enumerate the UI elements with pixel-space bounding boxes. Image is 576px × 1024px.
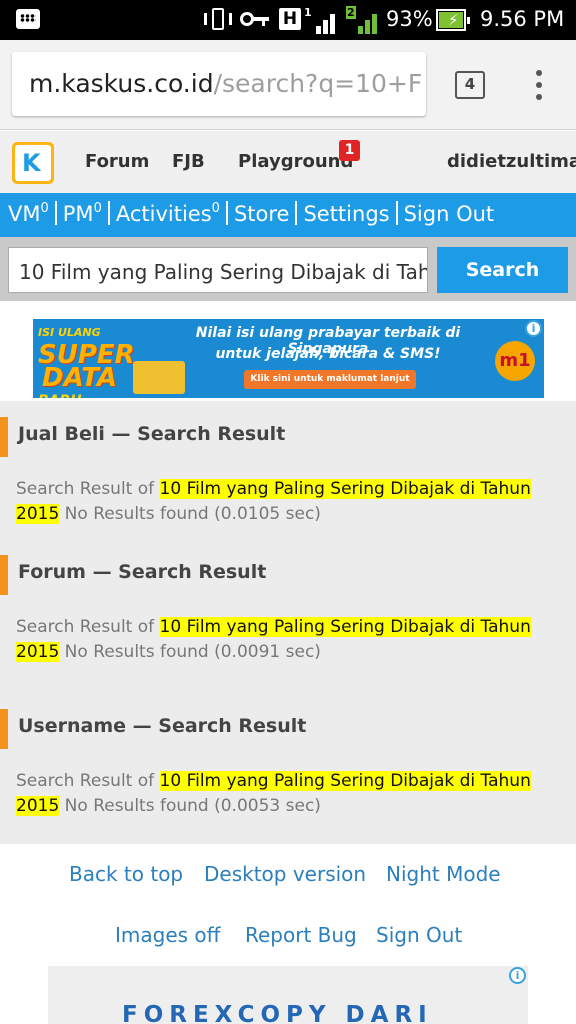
sim2-label: 2: [346, 6, 356, 19]
section-title: Username — Search Result: [18, 715, 307, 737]
ad-area: ISI ULANG SUPER DATA BARU Nilai isi ulan…: [0, 301, 576, 401]
vm-count: 0: [40, 201, 49, 216]
username-link[interactable]: didietzultima: [447, 151, 576, 172]
divider: [107, 201, 110, 225]
highlighted-query: 10 Film yang Paling Sering Dibajak di Ta…: [159, 617, 531, 637]
highlighted-query: 2015: [16, 796, 60, 816]
logo-letter: K: [22, 149, 41, 177]
vibrate-icon: [204, 8, 232, 32]
result-prefix: Search Result of: [16, 479, 155, 499]
pm-link[interactable]: PM0: [62, 201, 102, 226]
signal-icon: 1: [304, 6, 338, 34]
activities-count: 0: [211, 201, 220, 216]
ad-info-icon[interactable]: i: [525, 320, 542, 337]
vm-link[interactable]: VM0: [8, 201, 49, 226]
result-summary: Search Result of 10 Film yang Paling Ser…: [16, 477, 556, 527]
result-status: No Results found (0.0105 sec): [64, 504, 321, 524]
images-off-link[interactable]: Images off: [115, 923, 220, 947]
pm-count: 0: [93, 201, 102, 216]
nav-playground-link[interactable]: Playground: [238, 151, 353, 172]
nav-fjb-link[interactable]: FJB: [172, 151, 205, 172]
browser-toolbar: m.kaskus.co.id/search?q=10+F 4: [0, 40, 576, 130]
search-bar: 10 Film yang Paling Sering Dibajak di Ta…: [0, 237, 576, 301]
site-navbar: K Forum FJB Playground 1 didietzultima: [0, 131, 576, 193]
screen: H 1 2 93% ⚡ 9.56 PM m.kaskus.co.id/searc…: [0, 0, 576, 1024]
sim1-label: 1: [304, 6, 312, 19]
section-title: Jual Beli — Search Result: [18, 423, 286, 445]
address-bar[interactable]: m.kaskus.co.id/search?q=10+F: [12, 52, 426, 116]
sim-card-image: [133, 361, 185, 394]
ad-banner[interactable]: ISI ULANG SUPER DATA BARU Nilai isi ulan…: [33, 319, 544, 398]
activities-link[interactable]: Activities0: [115, 201, 220, 226]
network-type-label: H: [279, 8, 301, 30]
settings-link[interactable]: Settings: [303, 202, 389, 226]
bottom-ad-banner[interactable]: FOREXCOPY DARI i: [48, 966, 528, 1024]
report-bug-link[interactable]: Report Bug: [245, 923, 357, 947]
url-path: /search?q=10+F: [213, 69, 423, 98]
search-results: Jual Beli — Search Result Search Result …: [0, 401, 576, 844]
footer: Back to top Desktop version Night Mode I…: [0, 844, 576, 1024]
vpn-key-icon: [240, 8, 270, 32]
kaskus-logo[interactable]: K: [12, 142, 54, 184]
result-prefix: Search Result of: [16, 771, 155, 791]
pm-label: PM: [62, 202, 94, 226]
back-to-top-link[interactable]: Back to top: [69, 862, 183, 886]
section-accent: [0, 417, 8, 457]
notification-badge: 1: [339, 140, 360, 161]
result-status: No Results found (0.0053 sec): [59, 796, 321, 816]
result-summary: Search Result of 10 Film yang Paling Ser…: [16, 615, 556, 665]
sign-out-link[interactable]: Sign Out: [404, 202, 495, 226]
clock: 9.56 PM: [480, 7, 565, 31]
vm-label: VM: [8, 202, 41, 226]
desktop-version-link[interactable]: Desktop version: [204, 862, 366, 886]
highlighted-query: 10 Film yang Paling Sering Dibajak di Ta…: [159, 771, 531, 791]
result-prefix: Search Result of: [16, 617, 155, 637]
section-title: Forum — Search Result: [18, 561, 267, 583]
activities-label: Activities: [115, 202, 212, 226]
user-menu-bar: VM0 PM0 Activities0 Store Settings Sign Out: [0, 193, 576, 237]
footer-sign-out-link[interactable]: Sign Out: [376, 923, 462, 947]
nav-forum-link[interactable]: Forum: [85, 151, 149, 172]
ad-cta-button[interactable]: Klik sini untuk maklumat lanjut: [244, 370, 416, 389]
divider: [295, 201, 298, 225]
tab-switcher-button[interactable]: 4: [455, 71, 485, 99]
status-bar: H 1 2 93% ⚡ 9.56 PM: [0, 0, 576, 40]
search-button[interactable]: Search: [437, 247, 568, 293]
battery-percent: 93%: [386, 7, 433, 31]
blackberry-icon: [16, 9, 40, 29]
highlighted-query: 10 Film yang Paling Sering Dibajak di Ta…: [159, 479, 531, 499]
ad-info-icon[interactable]: i: [509, 967, 526, 984]
url-domain: m.kaskus.co.id: [29, 69, 214, 98]
divider: [225, 201, 228, 225]
result-summary: Search Result of 10 Film yang Paling Ser…: [16, 769, 556, 819]
section-accent: [0, 555, 8, 595]
divider: [395, 201, 398, 225]
result-status: No Results found (0.0091 sec): [64, 642, 321, 662]
highlighted-query: 2015: [16, 504, 60, 524]
battery-charging-icon: ⚡: [436, 9, 470, 31]
m1-logo: m1: [495, 341, 535, 381]
night-mode-link[interactable]: Night Mode: [386, 862, 501, 886]
ad-subline: untuk jelajah, bicara & SMS!: [215, 346, 441, 362]
url-text: m.kaskus.co.id/search?q=10+F: [29, 69, 422, 98]
store-link[interactable]: Store: [234, 202, 290, 226]
bottom-ad-text: FOREXCOPY DARI: [122, 1002, 433, 1024]
signal-icon: 2: [346, 6, 380, 34]
overflow-menu-icon[interactable]: [531, 70, 547, 100]
search-input[interactable]: 10 Film yang Paling Sering Dibajak di Ta…: [8, 247, 428, 293]
divider: [54, 201, 57, 225]
highlighted-query: 2015: [16, 642, 60, 662]
section-accent: [0, 709, 8, 749]
